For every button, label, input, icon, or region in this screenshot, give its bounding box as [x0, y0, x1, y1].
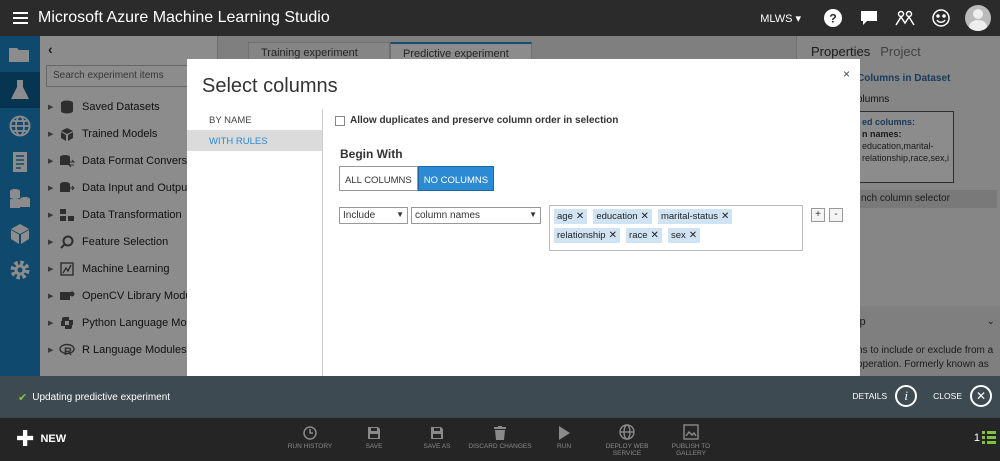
column-tag: sex ✕ — [667, 228, 701, 243]
gallery-icon — [683, 424, 699, 440]
include-select-value: Include — [343, 210, 376, 221]
column-tag: education ✕ — [593, 209, 652, 224]
save-button[interactable]: SAVE — [342, 426, 406, 450]
smiley-icon[interactable] — [923, 9, 959, 27]
activity-indicator[interactable]: 1 — [974, 430, 996, 446]
app-window: Microsoft Azure Machine Learning Studio … — [0, 0, 1000, 461]
remove-tag-icon[interactable]: ✕ — [576, 211, 584, 222]
run-history-label: RUN HISTORY — [287, 443, 333, 450]
publish-label-line2: GALLERY — [676, 450, 706, 457]
close-icon[interactable]: × — [843, 67, 850, 81]
status-bar: ✔ Updating predictive experiment DETAILS… — [0, 376, 1000, 418]
deploy-label-line1: DEPLOY WEB — [605, 443, 649, 450]
save-as-button[interactable]: SAVE AS — [405, 426, 469, 450]
column-tag: relationship ✕ — [554, 228, 620, 243]
top-bar: Microsoft Azure Machine Learning Studio … — [0, 0, 1000, 36]
svg-text:?: ? — [829, 12, 836, 26]
dropdown-arrow-icon: ▼ — [529, 210, 537, 219]
discard-changes-label: DISCARD CHANGES — [468, 443, 532, 450]
save-icon — [368, 427, 380, 439]
list-activity-icon — [982, 431, 996, 444]
dialog-divider — [322, 109, 323, 379]
save-as-label: SAVE AS — [423, 443, 451, 450]
run-label: RUN — [556, 443, 572, 450]
status-text: Updating predictive experiment — [32, 391, 171, 403]
tag-label: education — [596, 211, 638, 222]
info-icon[interactable]: i — [895, 385, 918, 407]
add-rule-button[interactable]: + — [811, 208, 825, 222]
deploy-label-line2: SERVICE — [612, 450, 642, 457]
begin-with-toggle: ALL COLUMNS NO COLUMNS — [339, 166, 495, 191]
rule-type-value: column names — [415, 210, 481, 221]
include-exclude-select[interactable]: Include ▼ — [339, 207, 408, 224]
deploy-web-service-button[interactable]: DEPLOY WEB SERVICE — [595, 424, 659, 457]
dialog-nav: BY NAME WITH RULES — [187, 109, 322, 151]
remove-rule-button[interactable]: - — [829, 208, 843, 222]
activity-count: 1 — [973, 432, 980, 444]
feedback-icon[interactable] — [851, 10, 887, 26]
allow-duplicates-option[interactable]: Allow duplicates and preserve column ord… — [335, 115, 618, 126]
remove-tag-icon[interactable]: ✕ — [641, 211, 649, 222]
status-actions: DETAILS i CLOSE ✕ — [852, 385, 992, 407]
bottom-toolbar: ✚ NEW RUN HISTORY SAVE SAVE AS DISCARD C… — [0, 418, 1000, 461]
play-icon — [559, 426, 570, 440]
select-columns-dialog: Select columns × BY NAME WITH RULES Allo… — [187, 59, 860, 379]
column-tag: race ✕ — [626, 228, 662, 243]
dropdown-arrow-icon: ▼ — [396, 210, 404, 219]
close-circle-icon[interactable]: ✕ — [970, 385, 992, 407]
remove-tag-icon[interactable]: ✕ — [609, 230, 617, 241]
nav-by-name[interactable]: BY NAME — [187, 109, 322, 130]
hamburger-menu-icon[interactable] — [0, 0, 40, 36]
allow-duplicates-label: Allow duplicates and preserve column ord… — [350, 115, 619, 126]
tag-label: race — [629, 230, 648, 241]
remove-tag-icon[interactable]: ✕ — [721, 211, 729, 222]
remove-tag-icon[interactable]: ✕ — [651, 230, 659, 241]
status-message: ✔ Updating predictive experiment — [18, 391, 170, 404]
top-bar-actions: MLWS ▾ ? — [760, 0, 1000, 36]
allow-duplicates-checkbox[interactable] — [335, 115, 345, 126]
clock-icon — [303, 426, 317, 440]
nav-with-rules[interactable]: WITH RULES — [187, 130, 322, 151]
column-tag: age ✕ — [554, 209, 588, 224]
dialog-title: Select columns — [202, 75, 338, 97]
run-button[interactable]: RUN — [532, 426, 596, 450]
tag-label: sex — [670, 230, 686, 241]
tag-label: age — [557, 211, 573, 222]
workspace-selector[interactable]: MLWS ▾ — [760, 12, 801, 25]
all-columns-button[interactable]: ALL COLUMNS — [339, 166, 418, 191]
help-icon[interactable]: ? — [815, 9, 851, 27]
community-icon[interactable] — [887, 10, 923, 26]
run-history-button[interactable]: RUN HISTORY — [278, 426, 342, 450]
save-label: SAVE — [365, 443, 383, 450]
plus-icon: ✚ — [16, 426, 35, 451]
tag-label: relationship — [557, 230, 606, 241]
app-title: Microsoft Azure Machine Learning Studio — [38, 9, 330, 26]
details-label[interactable]: DETAILS — [852, 391, 887, 401]
column-tag-input[interactable]: age ✕ education ✕ marital-status ✕ relation… — [549, 205, 803, 251]
trash-icon — [494, 426, 506, 440]
globe-icon — [619, 424, 635, 440]
publish-label-line1: PUBLISH TO — [671, 443, 711, 450]
remove-tag-icon[interactable]: ✕ — [689, 230, 697, 241]
publish-to-gallery-button[interactable]: PUBLISH TO GALLERY — [659, 424, 723, 457]
avatar[interactable] — [965, 5, 991, 31]
save-as-icon — [431, 427, 443, 439]
discard-changes-button[interactable]: DISCARD CHANGES — [468, 426, 532, 450]
new-button[interactable]: ✚ NEW — [16, 426, 67, 451]
new-label: NEW — [40, 433, 67, 445]
no-columns-button[interactable]: NO COLUMNS — [417, 166, 495, 191]
check-icon: ✔ — [18, 391, 28, 404]
rule-type-select[interactable]: column names ▼ — [411, 207, 541, 224]
begin-with-label: Begin With — [340, 147, 403, 161]
column-tag: marital-status ✕ — [657, 209, 733, 224]
tag-label: marital-status — [660, 211, 718, 222]
close-label[interactable]: CLOSE — [933, 391, 962, 401]
